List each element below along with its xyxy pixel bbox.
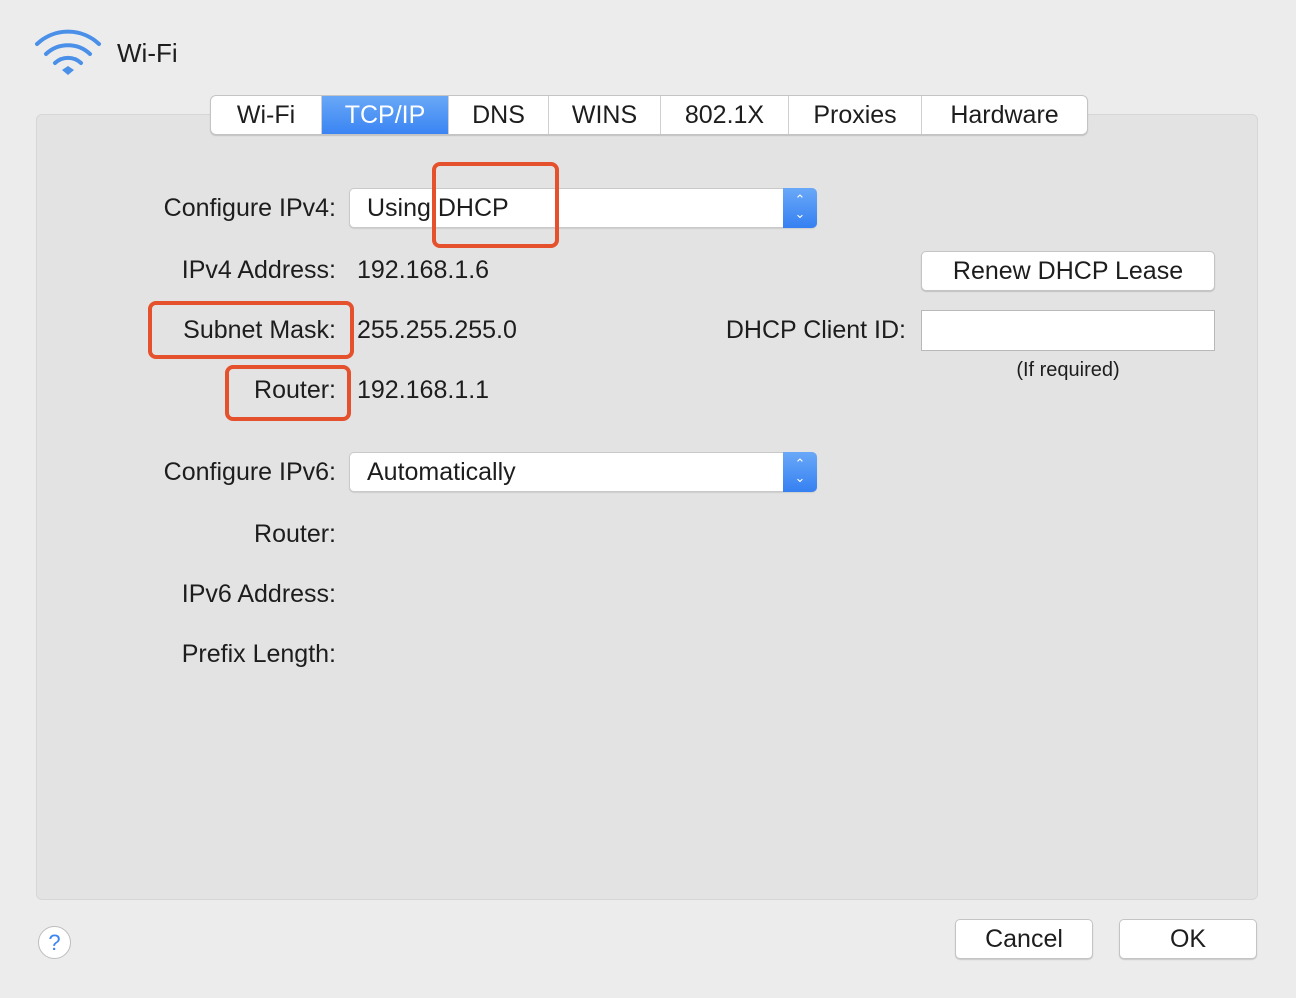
dhcp-client-id-label: DHCP Client ID:	[725, 316, 906, 344]
chevron-up-down-icon: ⌃ ⌄	[783, 452, 817, 492]
ipv6-router-label: Router:	[254, 520, 336, 548]
prefix-length-label: Prefix Length:	[181, 640, 336, 668]
tab-dns[interactable]: DNS	[449, 96, 549, 134]
ipv6-address-label: IPv6 Address:	[181, 580, 336, 608]
configure-ipv6-value: Automatically	[367, 458, 516, 486]
dhcp-client-id-input[interactable]	[921, 310, 1215, 351]
ok-button[interactable]: OK	[1119, 919, 1257, 959]
annotation-dhcp-highlight	[432, 162, 559, 248]
help-button[interactable]: ?	[38, 926, 71, 959]
subnet-mask-value: 255.255.255.0	[357, 316, 517, 344]
configure-ipv6-select[interactable]: Automatically ⌃ ⌄	[349, 452, 817, 492]
tab-wins[interactable]: WINS	[549, 96, 661, 134]
configure-ipv4-select[interactable]: Using DHCP ⌃ ⌄	[349, 188, 817, 228]
tab-hardware[interactable]: Hardware	[922, 96, 1087, 134]
annotation-subnet-highlight	[148, 301, 354, 359]
chevron-up-down-icon: ⌃ ⌄	[783, 188, 817, 228]
cancel-button[interactable]: Cancel	[955, 919, 1093, 959]
configure-ipv6-label: Configure IPv6:	[163, 458, 336, 486]
dhcp-client-id-hint: (If required)	[1016, 359, 1120, 381]
tab-bar: Wi-Fi TCP/IP DNS WINS 802.1X Proxies Har…	[210, 95, 1088, 135]
configure-ipv4-label: Configure IPv4:	[163, 194, 336, 222]
tab-tcpip[interactable]: TCP/IP	[322, 96, 449, 134]
renew-dhcp-lease-button[interactable]: Renew DHCP Lease	[921, 251, 1215, 291]
ipv4-address-label: IPv4 Address:	[181, 256, 336, 284]
ipv4-address-value: 192.168.1.6	[357, 256, 490, 284]
settings-panel	[36, 114, 1258, 900]
tab-wifi[interactable]: Wi-Fi	[211, 96, 322, 134]
tab-proxies[interactable]: Proxies	[789, 96, 922, 134]
tab-8021x[interactable]: 802.1X	[661, 96, 789, 134]
wifi-icon	[35, 29, 101, 75]
router-value: 192.168.1.1	[357, 376, 490, 404]
window-title: Wi-Fi	[117, 38, 178, 68]
annotation-router-highlight	[225, 365, 351, 421]
